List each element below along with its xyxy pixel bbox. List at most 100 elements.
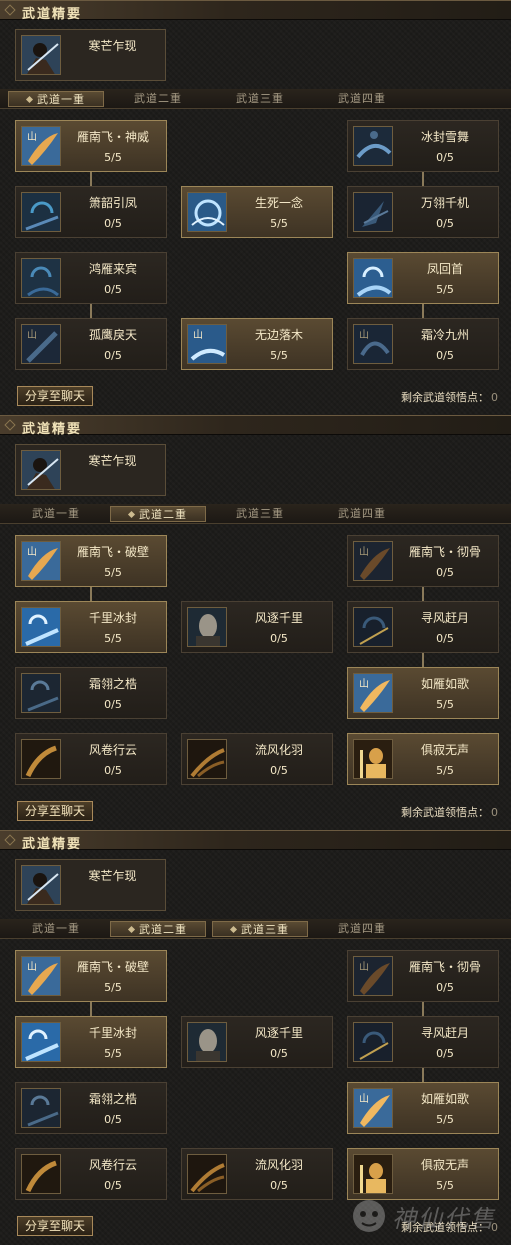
skill-name: 霜冷九州 (420, 328, 469, 342)
tab-tier-1[interactable]: 武道一重 (8, 506, 104, 522)
skill-card[interactable]: 山 雁南飞・神威 5/5 (15, 120, 167, 172)
skill-card[interactable]: 凤回首 5/5 (347, 252, 499, 304)
skill-name: 俱寂无声 (420, 743, 469, 757)
skill-card[interactable]: 俱寂无声 5/5 (347, 733, 499, 785)
skill-level: 5/5 (436, 698, 454, 711)
skill-card[interactable]: 山 雁南飞・破壁 5/5 (15, 535, 167, 587)
skill-name: 生死一念 (254, 196, 303, 210)
skill-card[interactable]: 山 如雁如歌 5/5 (347, 1082, 499, 1134)
skill-card[interactable]: 风卷行云 0/5 (15, 1148, 167, 1200)
points-value: 0 (491, 391, 498, 404)
skill-level: 5/5 (104, 151, 122, 164)
essence-skill-name: 寒芒乍现 (88, 869, 137, 883)
tab-tier-4[interactable]: 武道四重 (314, 921, 410, 937)
skill-name: 流风化羽 (254, 1158, 303, 1172)
skill-card[interactable]: 千里冰封 5/5 (15, 1016, 167, 1068)
tree-connector (422, 172, 424, 186)
skill-card[interactable]: 寻风赶月 0/5 (347, 601, 499, 653)
tab-tier-2[interactable]: 武道二重 (110, 91, 206, 107)
skill-level: 5/5 (270, 217, 288, 230)
tab-tier-4[interactable]: 武道四重 (314, 506, 410, 522)
svg-text:山: 山 (359, 1093, 369, 1105)
skill-card[interactable]: 风卷行云 0/5 (15, 733, 167, 785)
tree-connector (90, 587, 92, 601)
skill-card[interactable]: 流风化羽 0/5 (181, 1148, 333, 1200)
essence-skill-card[interactable]: 寒芒乍现 (15, 444, 166, 496)
skill-card[interactable]: 山 霜冷九州 0/5 (347, 318, 499, 370)
skill-level: 0/5 (436, 566, 454, 579)
skill-name: 箫韶引凤 (88, 196, 137, 210)
skill-card[interactable]: 鸿雁来宾 0/5 (15, 252, 167, 304)
tier-tab-bar: 武道一重 武道二重 武道三重 武道四重 (0, 919, 511, 939)
skill-card[interactable]: 山 如雁如歌 5/5 (347, 667, 499, 719)
skill-card[interactable]: 山 雁南飞・破壁 5/5 (15, 950, 167, 1002)
tab-tier-4[interactable]: 武道四重 (314, 91, 410, 107)
tab-tier-3[interactable]: 武道三重 (212, 921, 308, 937)
skill-card[interactable]: 山 雁南飞・彻骨 0/5 (347, 535, 499, 587)
tree-connector (422, 1002, 424, 1016)
skill-name: 雁南飞・破壁 (76, 545, 149, 559)
skill-level: 5/5 (436, 283, 454, 296)
tab-tier-3[interactable]: 武道三重 (212, 91, 308, 107)
skill-card[interactable]: 风逐千里 0/5 (181, 601, 333, 653)
section-header: 武道精要 (0, 415, 511, 437)
skill-card[interactable]: 箫韶引凤 0/5 (15, 186, 167, 238)
flying-goose-icon: 山 (21, 126, 61, 166)
flying-goose-icon: 山 (21, 956, 61, 996)
skill-card[interactable]: 生死一念 5/5 (181, 186, 333, 238)
remaining-points: 剩余武道领悟点： 0 (401, 389, 498, 405)
diamond-ornament-icon (4, 834, 16, 846)
flying-goose-icon: 山 (353, 956, 393, 996)
tree-connector (90, 1002, 92, 1016)
tab-tier-3[interactable]: 武道三重 (212, 506, 308, 522)
share-to-chat-button[interactable]: 分享至聊天 (17, 386, 93, 406)
skill-card[interactable]: 万翎千机 0/5 (347, 186, 499, 238)
tab-tier-2[interactable]: 武道二重 (110, 506, 206, 522)
skill-card[interactable]: 千里冰封 5/5 (15, 601, 167, 653)
tab-tier-2[interactable]: 武道二重 (110, 921, 206, 937)
section-header: 武道精要 (0, 0, 511, 22)
goose-song-icon: 山 (353, 1088, 393, 1128)
skill-card[interactable]: 山 孤鹰戾天 0/5 (15, 318, 167, 370)
svg-text:山: 山 (359, 329, 369, 341)
skill-card[interactable]: 寻风赶月 0/5 (347, 1016, 499, 1068)
skill-level: 0/5 (104, 1113, 122, 1126)
skill-name: 雁南飞・彻骨 (408, 545, 481, 559)
falling-leaves-icon: 山 (187, 324, 227, 364)
skill-card[interactable]: 山 无边落木 5/5 (181, 318, 333, 370)
points-label: 剩余武道领悟点： (401, 806, 489, 819)
essence-skill-card[interactable]: 寒芒乍现 (15, 859, 166, 911)
skill-name: 凤回首 (426, 262, 463, 276)
lone-eagle-icon: 山 (21, 324, 61, 364)
skill-name: 千里冰封 (88, 611, 137, 625)
skill-name: 霜翎之梏 (88, 677, 137, 691)
skill-card[interactable]: 山 雁南飞・彻骨 0/5 (347, 950, 499, 1002)
skill-card[interactable]: 霜翎之梏 0/5 (15, 667, 167, 719)
skill-panel-2: 武道精要 寒芒乍现 武道一重 武道二重 武道三重 武道四重 山 雁南飞・破壁 5… (0, 415, 511, 830)
skill-level: 0/5 (104, 764, 122, 777)
skill-card[interactable]: 风逐千里 0/5 (181, 1016, 333, 1068)
skill-level: 5/5 (104, 632, 122, 645)
share-to-chat-button[interactable]: 分享至聊天 (17, 1216, 93, 1236)
diamond-ornament-icon (4, 4, 16, 16)
essence-skill-card[interactable]: 寒芒乍现 (15, 29, 166, 81)
svg-text:山: 山 (27, 329, 37, 341)
skill-name: 寻风赶月 (420, 1026, 469, 1040)
tree-connector (90, 172, 92, 186)
frost-feather-icon (21, 673, 61, 713)
skill-card[interactable]: 霜翎之梏 0/5 (15, 1082, 167, 1134)
svg-text:山: 山 (359, 546, 369, 558)
svg-text:山: 山 (359, 961, 369, 973)
tab-tier-1[interactable]: 武道一重 (8, 921, 104, 937)
skill-level: 5/5 (436, 1179, 454, 1192)
share-to-chat-button[interactable]: 分享至聊天 (17, 801, 93, 821)
ice-storm-icon (353, 126, 393, 166)
skill-card[interactable]: 流风化羽 0/5 (181, 733, 333, 785)
skill-card[interactable]: 俱寂无声 5/5 (347, 1148, 499, 1200)
ice-seal-icon (21, 1022, 61, 1062)
skill-name: 雁南飞・神威 (76, 130, 149, 144)
tree-connector (422, 587, 424, 601)
points-value: 0 (491, 806, 498, 819)
tab-tier-1[interactable]: 武道一重 (8, 91, 104, 107)
skill-card[interactable]: 冰封雪舞 0/5 (347, 120, 499, 172)
